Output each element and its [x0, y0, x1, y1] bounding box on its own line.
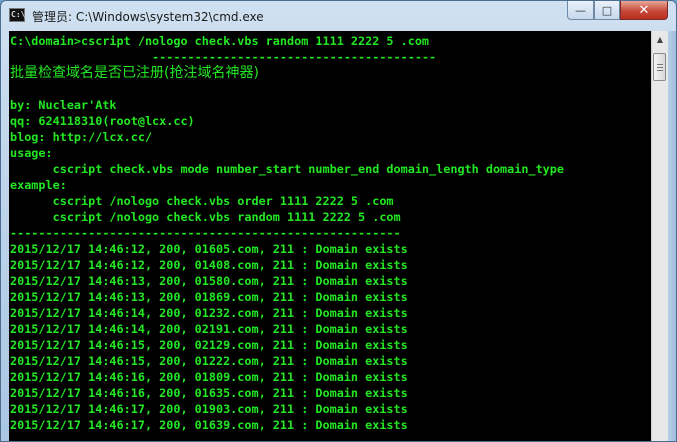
maximize-button[interactable]: □ — [594, 1, 620, 20]
window-frame-right — [668, 31, 676, 441]
console-line: example: — [10, 178, 67, 192]
console-line: 2015/12/17 14:46:12, 200, 01408.com, 211… — [10, 258, 408, 272]
vertical-scrollbar[interactable]: ▲ — [651, 31, 668, 441]
title-bar[interactable]: C:\ 管理员: C:\Windows\system32\cmd.exe — □… — [1, 1, 676, 31]
grip-line — [657, 67, 663, 68]
console-line: blog: http://lcx.cc/ — [10, 130, 153, 144]
console-line: ---------------------------------------- — [10, 50, 437, 64]
console-area[interactable]: C:\domain>cscript /nologo check.vbs rand… — [9, 31, 651, 441]
console-line: 2015/12/17 14:46:15, 200, 01222.com, 211… — [10, 354, 408, 368]
console-line: 2015/12/17 14:46:14, 200, 02191.com, 211… — [10, 322, 408, 336]
console-output: C:\domain>cscript /nologo check.vbs rand… — [10, 33, 564, 433]
console-line: 2015/12/17 14:46:16, 200, 01809.com, 211… — [10, 370, 408, 384]
minimize-button[interactable]: — — [567, 1, 594, 20]
scrollbar-thumb[interactable] — [653, 53, 666, 81]
scroll-up-icon[interactable]: ▲ — [652, 31, 668, 48]
console-line: 2015/12/17 14:46:17, 200, 01903.com, 211… — [10, 402, 408, 416]
console-line: cscript check.vbs mode number_start numb… — [10, 162, 564, 176]
console-line: by: Nuclear'Atk — [10, 98, 117, 112]
console-line: cscript /nologo check.vbs random 1111 22… — [10, 210, 401, 224]
console-line: 2015/12/17 14:46:13, 200, 01580.com, 211… — [10, 274, 408, 288]
console-line: C:\domain>cscript /nologo check.vbs rand… — [10, 34, 430, 48]
console-line: 批量检查域名是否已注册(抢注域名神器) — [10, 65, 259, 81]
cmd-window: C:\ 管理员: C:\Windows\system32\cmd.exe — □… — [0, 0, 677, 442]
close-button[interactable]: ✕ — [620, 1, 668, 20]
cmd-icon[interactable]: C:\ — [9, 8, 25, 22]
console-line: 2015/12/17 14:46:16, 200, 01635.com, 211… — [10, 386, 408, 400]
console-line: 2015/12/17 14:46:13, 200, 01869.com, 211… — [10, 290, 408, 304]
grip-line — [657, 70, 663, 71]
console-line: 2015/12/17 14:46:12, 200, 01605.com, 211… — [10, 242, 408, 256]
console-line: 2015/12/17 14:46:14, 200, 01232.com, 211… — [10, 306, 408, 320]
console-line: 2015/12/17 14:46:15, 200, 02129.com, 211… — [10, 338, 408, 352]
console-line: usage: — [10, 146, 53, 160]
console-line: cscript /nologo check.vbs order 1111 222… — [10, 194, 394, 208]
console-line: ----------------------------------------… — [10, 226, 401, 240]
window-title: 管理员: C:\Windows\system32\cmd.exe — [32, 10, 264, 24]
console-line: qq: 624118310(root@lcx.cc) — [10, 114, 195, 128]
console-line: 2015/12/17 14:46:17, 200, 01639.com, 211… — [10, 418, 408, 432]
grip-line — [657, 64, 663, 65]
